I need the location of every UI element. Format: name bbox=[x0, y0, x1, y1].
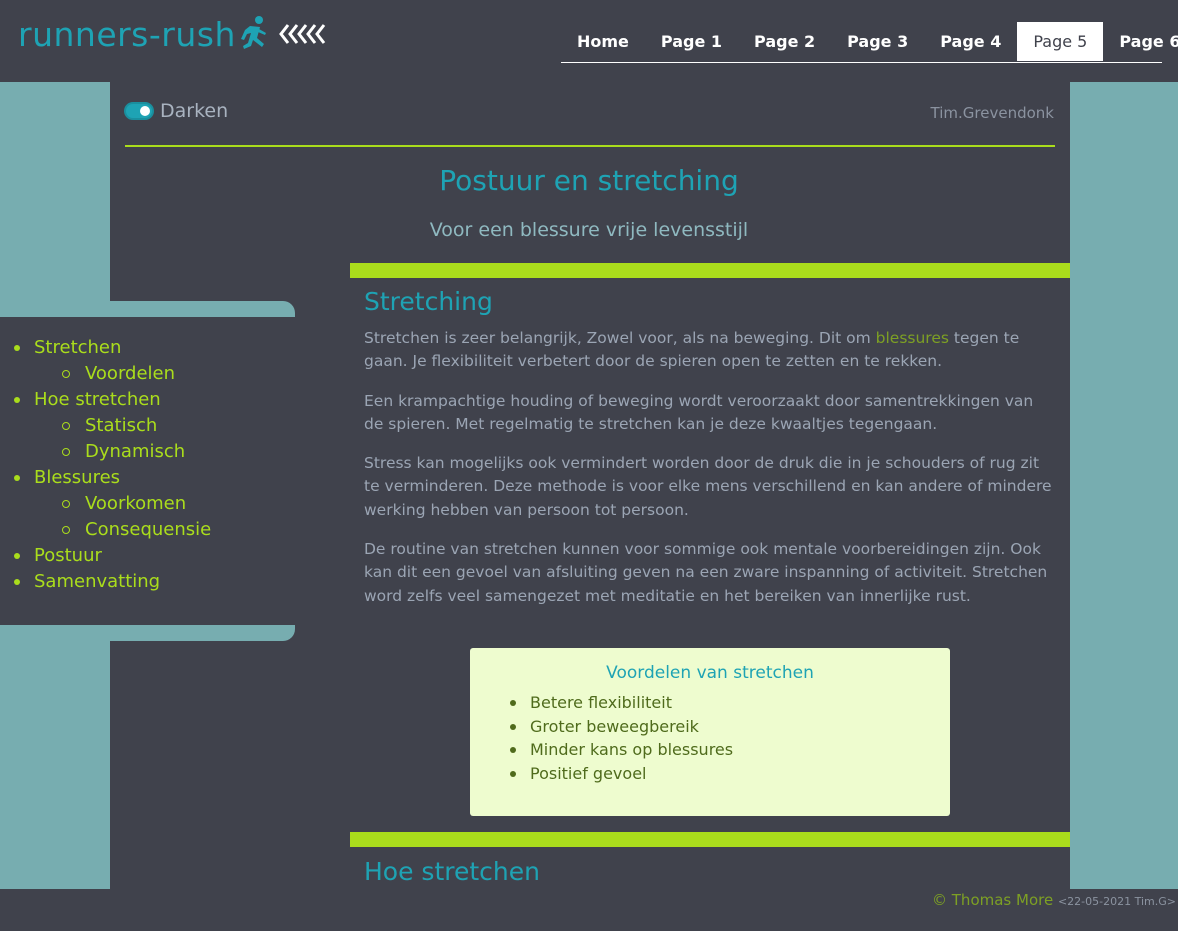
sidebar-bottom-border bbox=[110, 625, 295, 641]
header: runners-rush Home Page 1 Page 2 Page 3 P… bbox=[0, 0, 1178, 82]
toc-item-voorkomen[interactable]: Voorkomen bbox=[14, 491, 211, 517]
section-divider bbox=[350, 832, 1070, 847]
toc-item-postuur[interactable]: Postuur bbox=[14, 543, 211, 569]
toggle-switch[interactable] bbox=[124, 102, 154, 120]
toc-item-statisch[interactable]: Statisch bbox=[14, 413, 211, 439]
footer-copyright[interactable]: © Thomas More bbox=[932, 891, 1053, 909]
nav-tab-page-5[interactable]: Page 5 bbox=[1017, 22, 1104, 61]
toc-item-dynamisch[interactable]: Dynamisch bbox=[14, 439, 211, 465]
nav-tab-home[interactable]: Home bbox=[561, 22, 645, 61]
paragraph-1-text: Stretchen is zeer belangrijk, Zowel voor… bbox=[364, 329, 876, 347]
benefit-item: Betere flexibiliteit bbox=[510, 691, 990, 715]
main-nav: Home Page 1 Page 2 Page 3 Page 4 Page 5 … bbox=[561, 22, 1178, 63]
paragraph-4: De routine van stretchen kunnen voor som… bbox=[364, 540, 1048, 605]
darken-toggle[interactable]: Darken bbox=[124, 100, 228, 122]
benefits-list: Betere flexibiliteit Groter beweegbereik… bbox=[510, 691, 990, 785]
footer: © Thomas More <22-05-2021 Tim.G> bbox=[932, 891, 1176, 909]
paragraph-1: Stretchen is zeer belangrijk, Zowel voor… bbox=[364, 327, 1056, 374]
section-content: Stretchen is zeer belangrijk, Zowel voor… bbox=[364, 327, 1056, 624]
footer-date: <22-05-2021 Tim.G> bbox=[1057, 895, 1176, 908]
benefits-card-title: Voordelen van stretchen bbox=[606, 663, 814, 683]
benefit-item: Minder kans op blessures bbox=[510, 738, 990, 762]
nav-tab-page-2[interactable]: Page 2 bbox=[738, 22, 831, 61]
nav-tab-page-4[interactable]: Page 4 bbox=[924, 22, 1017, 61]
toc-item-voordelen[interactable]: Voordelen bbox=[14, 361, 211, 387]
runner-icon bbox=[240, 16, 266, 49]
nav-tab-page-1[interactable]: Page 1 bbox=[645, 22, 738, 61]
paragraph-3: Stress kan mogelijks ook vermindert word… bbox=[364, 454, 1052, 519]
author-name: Tim.Grevendonk bbox=[930, 104, 1054, 122]
nav-tab-page-3[interactable]: Page 3 bbox=[831, 22, 924, 61]
sidebar-top-border bbox=[110, 301, 295, 317]
section-divider bbox=[350, 263, 1070, 278]
toc-item-stretchen[interactable]: Stretchen bbox=[14, 335, 211, 361]
chevrons-icon bbox=[278, 24, 326, 44]
blessures-link[interactable]: blessures bbox=[876, 329, 949, 347]
toggle-label: Darken bbox=[160, 100, 229, 122]
toc-item-blessures[interactable]: Blessures bbox=[14, 465, 211, 491]
benefit-item: Positief gevoel bbox=[510, 762, 990, 786]
page-title: Postuur en stretching bbox=[439, 164, 739, 197]
toc-item-hoe-stretchen[interactable]: Hoe stretchen bbox=[14, 387, 211, 413]
page-subtitle: Voor een blessure vrije levensstijl bbox=[429, 219, 749, 241]
top-divider bbox=[125, 145, 1055, 147]
toc-item-samenvatting[interactable]: Samenvatting bbox=[14, 569, 211, 595]
logo-text: runners-rush bbox=[18, 14, 236, 54]
toggle-knob bbox=[140, 106, 150, 116]
toc-list: Stretchen Voordelen Hoe stretchen Statis… bbox=[14, 335, 211, 595]
toc-item-consequensie[interactable]: Consequensie bbox=[14, 517, 211, 543]
table-of-contents-sidebar: Stretchen Voordelen Hoe stretchen Statis… bbox=[0, 317, 295, 625]
paragraph-2: Een krampachtige houding of beweging wor… bbox=[364, 391, 1034, 433]
benefit-item: Groter beweegbereik bbox=[510, 715, 990, 739]
benefits-card: Voordelen van stretchen Betere flexibili… bbox=[470, 648, 950, 816]
section-heading-hoe-stretchen: Hoe stretchen bbox=[364, 857, 540, 886]
right-side-panel bbox=[1070, 82, 1178, 889]
logo[interactable]: runners-rush bbox=[18, 14, 326, 54]
section-heading-stretching: Stretching bbox=[364, 287, 493, 316]
nav-tab-page-6[interactable]: Page 6 bbox=[1103, 22, 1178, 61]
